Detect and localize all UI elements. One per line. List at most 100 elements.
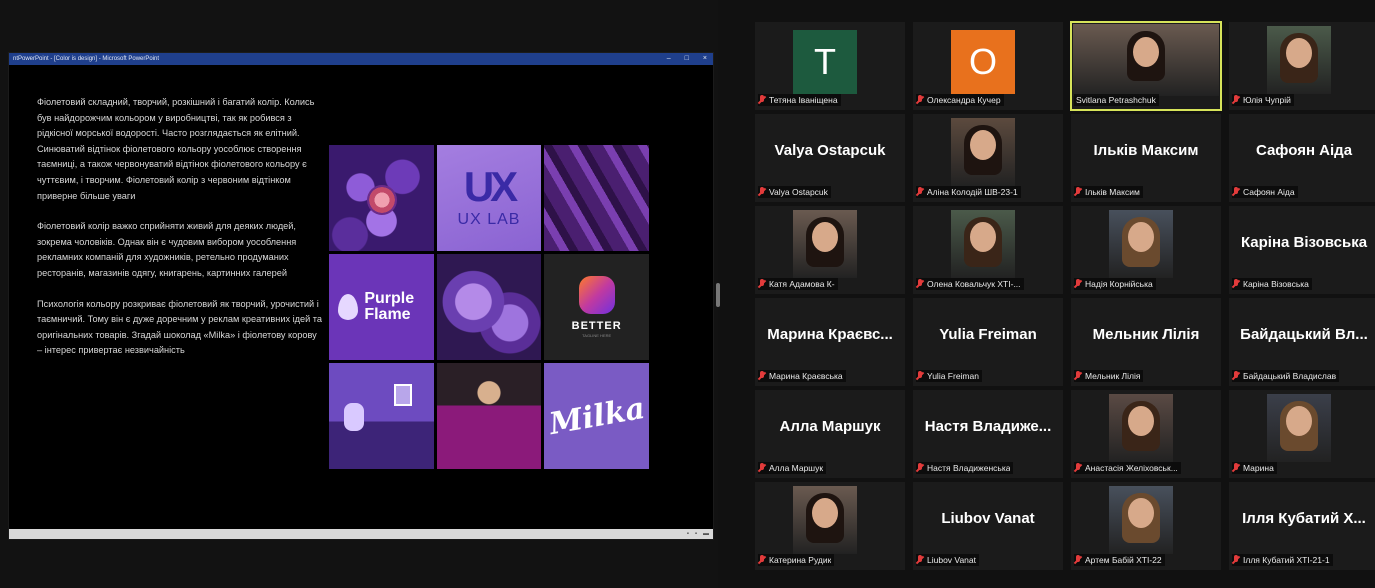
- participant-name-tag: Svitlana Petrashchuk: [1074, 94, 1159, 106]
- participant-display-name: Ілля Кубатий Х...: [1242, 510, 1366, 527]
- participant-tile-valya[interactable]: Valya Ostapcuk Valya Ostapcuk: [755, 114, 905, 202]
- participant-display-name: Liubov Vanat: [941, 510, 1035, 527]
- participant-tile-anastasia[interactable]: Анастасія Желіховськ...: [1071, 390, 1221, 478]
- participant-name: Сафоян Аіда: [1243, 187, 1295, 197]
- participant-name: Аліна Колодій ШВ-23-1: [927, 187, 1018, 197]
- participant-name: Олена Ковальчук ХТІ-...: [927, 279, 1021, 289]
- video-feed: [1109, 394, 1173, 462]
- participant-name-tag: Каріна Візовська: [1232, 278, 1312, 290]
- participant-name-tag: Мельник Лілія: [1074, 370, 1144, 382]
- muted-mic-icon: [1074, 187, 1082, 197]
- zoom-slider[interactable]: ▬: [703, 530, 709, 538]
- moodboard-milka-logo: Milka: [544, 363, 649, 469]
- muted-mic-icon: [758, 187, 766, 197]
- view-sorter-icon[interactable]: ▪: [695, 530, 697, 538]
- participant-name: Артем Бабій ХТІ-22: [1085, 555, 1162, 565]
- participant-name-tag: Катя Адамова К-: [758, 278, 838, 290]
- participant-name-tag: Ільків Максим: [1074, 186, 1143, 198]
- participant-name-tag: Юлія Чупрій: [1232, 94, 1294, 106]
- participant-display-name: Каріна Візовська: [1240, 234, 1368, 251]
- view-normal-icon[interactable]: ▪: [687, 530, 689, 538]
- video-feed: [793, 486, 857, 554]
- participant-tile-svitlana[interactable]: Svitlana Petrashchuk: [1070, 21, 1222, 111]
- participant-name-tag: Liubov Vanat: [916, 554, 979, 566]
- participant-tile-nastia[interactable]: Настя Владиже... Настя Владиженська: [913, 390, 1063, 478]
- ux-lab-label: UX LAB: [457, 211, 521, 228]
- participant-name-tag: Марина: [1232, 462, 1277, 474]
- participant-display-name: Байдацький Вл...: [1240, 326, 1368, 343]
- participant-name: Svitlana Petrashchuk: [1076, 95, 1156, 105]
- muted-mic-icon: [1232, 279, 1240, 289]
- close-icon[interactable]: ×: [703, 53, 707, 65]
- better-mark-icon: [578, 276, 615, 314]
- participant-tile-artem[interactable]: Артем Бабій ХТІ-22: [1071, 482, 1221, 570]
- ux-mark: UX: [463, 163, 518, 210]
- participant-tile-alina[interactable]: Аліна Колодій ШВ-23-1: [913, 114, 1063, 202]
- maximize-icon[interactable]: □: [685, 53, 689, 65]
- participant-name-tag: Алла Маршук: [758, 462, 827, 474]
- participant-display-name: Yulia Freiman: [939, 326, 1037, 343]
- window-title: ntPowerPoint - [Color is design] - Micro…: [13, 56, 160, 62]
- participant-tile-nadia[interactable]: Надія Корнійська: [1071, 206, 1221, 294]
- minimize-icon[interactable]: –: [667, 53, 671, 65]
- slide: Фіолетовий складний, творчий, розкішний …: [9, 65, 713, 530]
- video-feed: [1109, 486, 1173, 554]
- participant-tile-maryna[interactable]: Марина: [1229, 390, 1375, 478]
- participant-tile-liubov[interactable]: Liubov Vanat Liubov Vanat: [913, 482, 1063, 570]
- participant-tile-katia[interactable]: Катя Адамова К-: [755, 206, 905, 294]
- participant-name-tag: Марина Краєвська: [758, 370, 846, 382]
- split-view-handle[interactable]: [716, 283, 720, 307]
- participant-name: Настя Владиженська: [927, 463, 1011, 473]
- better-tagline: TAGLINE HERE: [582, 333, 612, 338]
- participant-name-tag: Аліна Колодій ШВ-23-1: [916, 186, 1021, 198]
- muted-mic-icon: [1232, 95, 1240, 105]
- participant-tile-illia[interactable]: Ілля Кубатий Х... Ілля Кубатий ХТІ-21-1: [1229, 482, 1375, 570]
- participant-tile-melnyk[interactable]: Мельник Лілія Мельник Лілія: [1071, 298, 1221, 386]
- participant-display-name: Алла Маршук: [779, 418, 881, 435]
- participant-tile-alla[interactable]: Алла Маршук Алла Маршук: [755, 390, 905, 478]
- participant-tile-maryna-kr[interactable]: Марина Краєвс... Марина Краєвська: [755, 298, 905, 386]
- avatar: T: [793, 30, 857, 94]
- participant-name: Катерина Рудик: [769, 555, 832, 565]
- avatar: O: [951, 30, 1015, 94]
- participant-tile-olena[interactable]: Олена Ковальчук ХТІ-...: [913, 206, 1063, 294]
- video-feed: [951, 118, 1015, 186]
- muted-mic-icon: [916, 95, 924, 105]
- moodboard-roses-image: [436, 254, 542, 360]
- participant-tile-baidatskyi[interactable]: Байдацький Вл... Байдацький Владислав: [1229, 298, 1375, 386]
- participant-name: Марина: [1243, 463, 1274, 473]
- muted-mic-icon: [1074, 555, 1082, 565]
- participant-name-tag: Байдацький Владислав: [1232, 370, 1340, 382]
- participant-tile-yulia-f[interactable]: Yulia Freiman Yulia Freiman: [913, 298, 1063, 386]
- muted-mic-icon: [1232, 371, 1240, 381]
- participant-tile-oleksandra[interactable]: O Олександра Кучер: [913, 22, 1063, 110]
- participant-tile-kateryna[interactable]: Катерина Рудик: [755, 482, 905, 570]
- participant-name-tag: Надія Корнійська: [1074, 278, 1156, 290]
- participant-name: Yulia Freiman: [927, 371, 979, 381]
- flame-icon: [338, 294, 359, 320]
- participant-tile-yulia-chupr[interactable]: Юлія Чупрій: [1229, 22, 1375, 110]
- powerpoint-window: ntPowerPoint - [Color is design] - Micro…: [8, 52, 714, 540]
- video-feed: [1267, 394, 1331, 462]
- participant-name: Valya Ostapcuk: [769, 187, 828, 197]
- participant-name-tag: Тетяна Іваніщена: [758, 94, 841, 106]
- slide-paragraph-1: Фіолетовий складний, творчий, розкішний …: [37, 97, 315, 201]
- participant-tile-safoian[interactable]: Сафоян Аіда Сафоян Аіда: [1229, 114, 1375, 202]
- muted-mic-icon: [758, 95, 766, 105]
- participant-name-tag: Артем Бабій ХТІ-22: [1074, 554, 1165, 566]
- window-titlebar: ntPowerPoint - [Color is design] - Micro…: [9, 53, 713, 65]
- participant-name: Liubov Vanat: [927, 555, 976, 565]
- muted-mic-icon: [1232, 555, 1240, 565]
- muted-mic-icon: [758, 371, 766, 381]
- participant-gallery: T Тетяна Іваніщена O Олександра Кучер Svitla…: [755, 20, 1375, 578]
- participant-name-tag: Настя Владиженська: [916, 462, 1014, 474]
- muted-mic-icon: [1232, 463, 1240, 473]
- moodboard-popsicles-image: [544, 145, 649, 251]
- participant-tile-karina[interactable]: Каріна Візовська Каріна Візовська: [1229, 206, 1375, 294]
- participant-tile-ilkiv[interactable]: Ільків Максим Ільків Максим: [1071, 114, 1221, 202]
- muted-mic-icon: [758, 279, 766, 289]
- participant-tile-tetiana[interactable]: T Тетяна Іваніщена: [755, 22, 905, 110]
- muted-mic-icon: [1074, 463, 1082, 473]
- video-feed: [1109, 210, 1173, 278]
- status-bar: ▪ ▪ ▬: [9, 529, 713, 539]
